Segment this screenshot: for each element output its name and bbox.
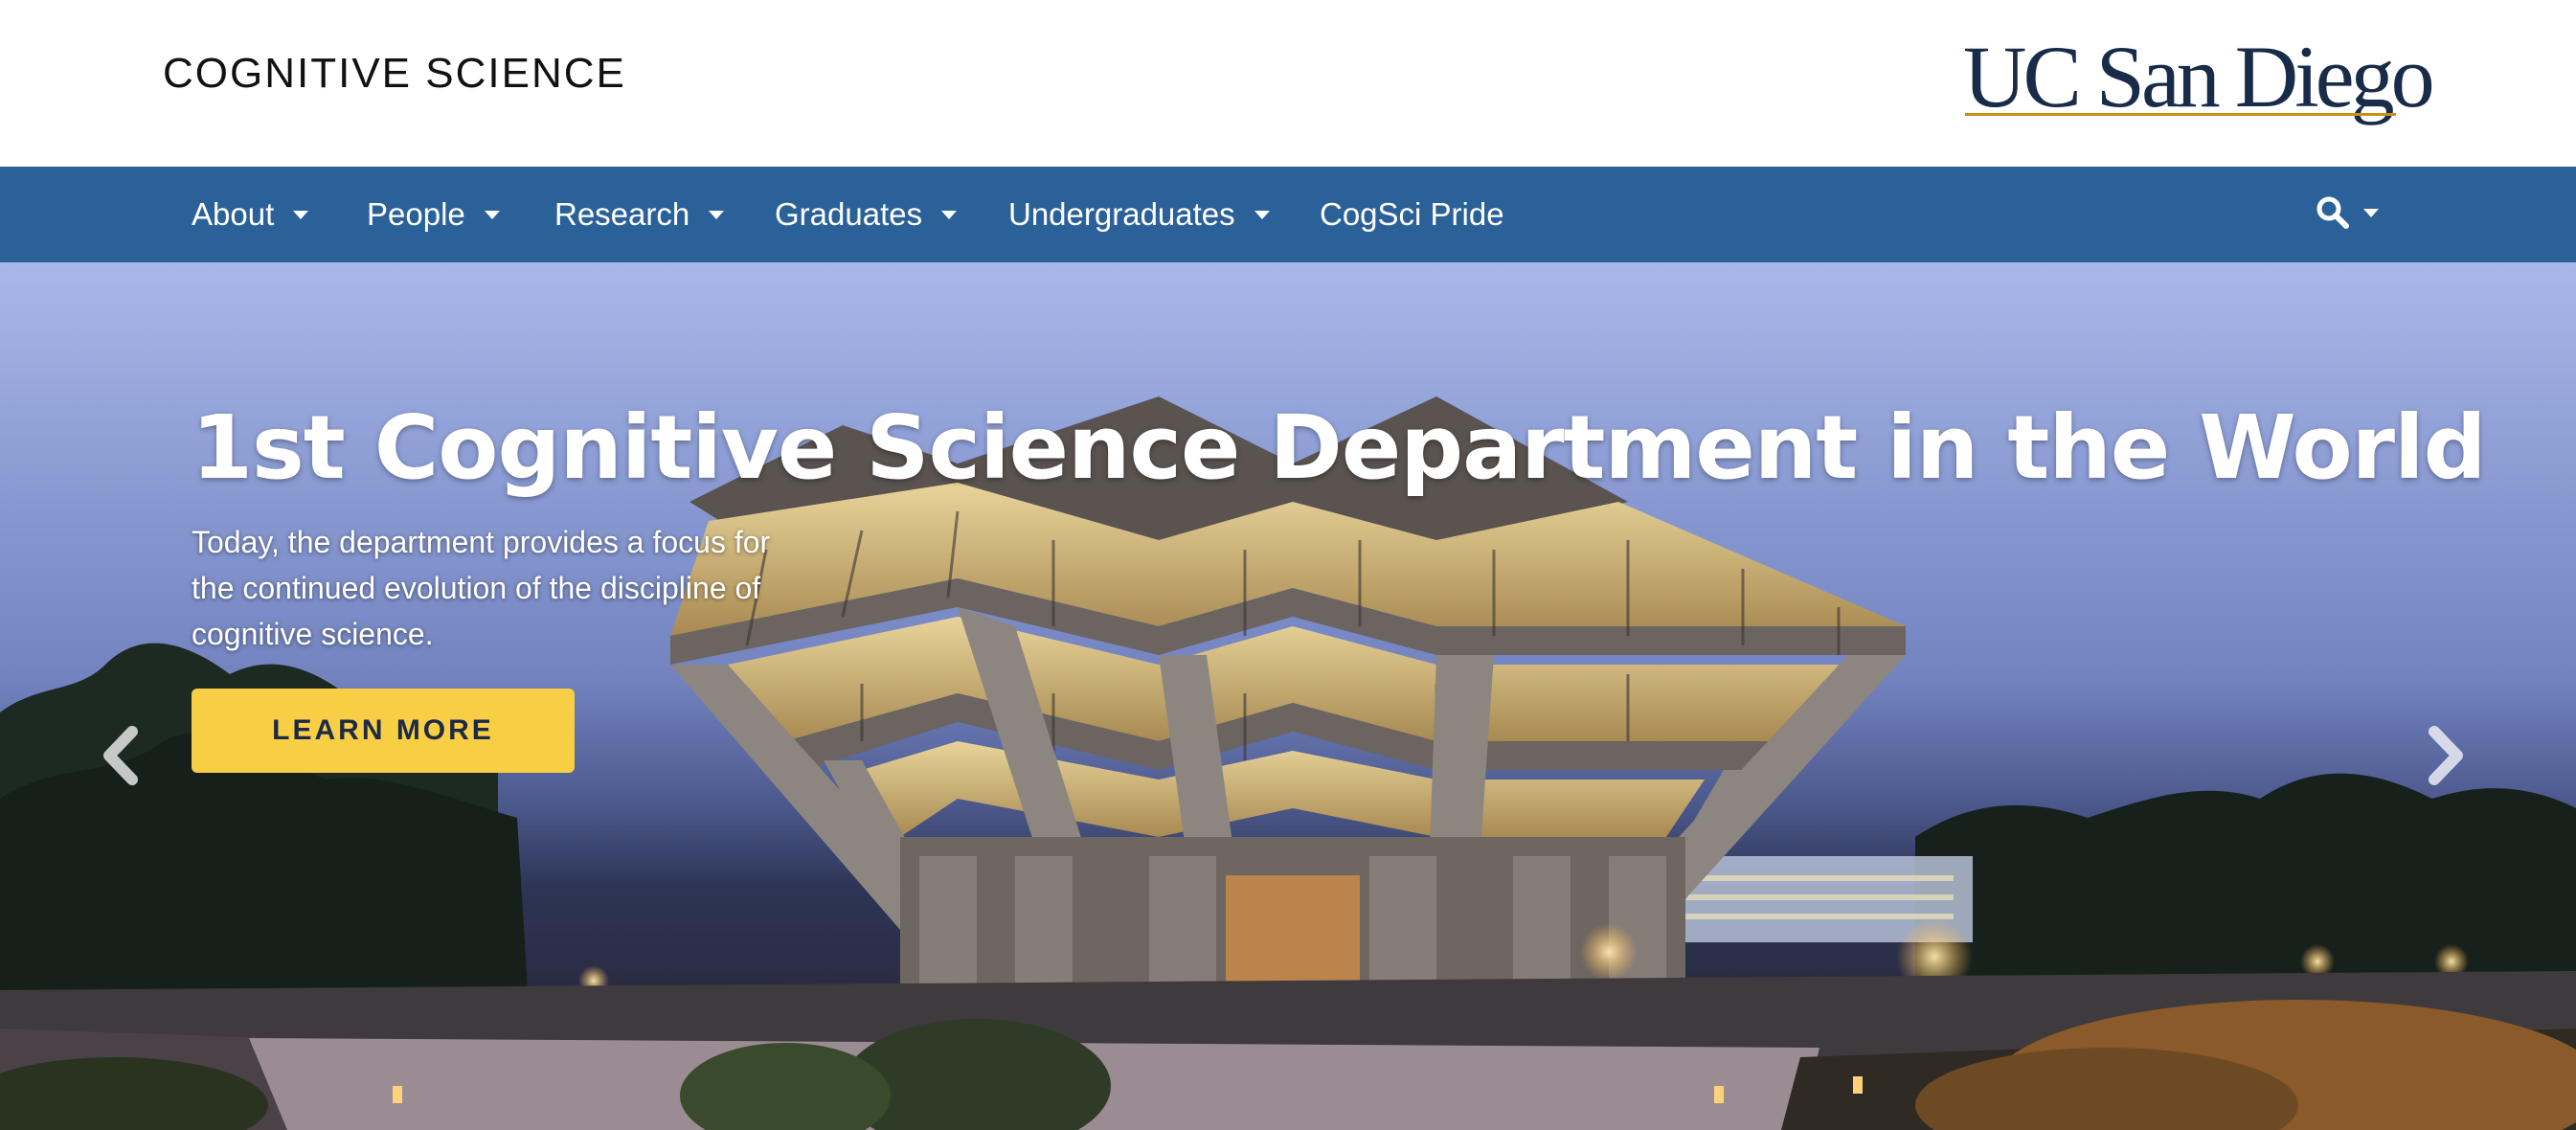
hero-carousel: 1st Cognitive Science Department in the … [0, 262, 2576, 1130]
main-navigation: About People Research Graduates Undergra… [0, 167, 2576, 262]
nav-item-people[interactable]: People [367, 167, 500, 262]
chevron-right-icon [2429, 726, 2463, 785]
search-button[interactable] [2316, 188, 2379, 237]
learn-more-button[interactable]: LEARN MORE [192, 689, 575, 773]
caret-down-icon [484, 210, 500, 219]
site-title[interactable]: COGNITIVE SCIENCE [163, 50, 626, 98]
nav-item-label: CogSci Pride [1320, 196, 1504, 232]
nav-item-label: About [192, 196, 275, 232]
site-header: COGNITIVE SCIENCE UC San Diego [0, 0, 2576, 167]
nav-item-label: Undergraduates [1008, 196, 1235, 232]
nav-item-cogsci-pride[interactable]: CogSci Pride [1320, 167, 1504, 262]
nav-item-label: Graduates [775, 196, 923, 232]
logo-underline [1965, 113, 2396, 116]
nav-item-label: People [367, 196, 465, 232]
search-icon [2316, 196, 2349, 229]
nav-item-undergraduates[interactable]: Undergraduates [1008, 167, 1270, 262]
nav-item-label: Research [554, 196, 690, 232]
nav-item-research[interactable]: Research [554, 167, 725, 262]
caret-down-icon [709, 210, 725, 219]
carousel-prev-button[interactable] [96, 722, 144, 789]
logo-text: UC San Diego [1963, 28, 2435, 125]
caret-down-icon [2363, 208, 2379, 217]
hero-title: 1st Cognitive Science Department in the … [192, 396, 2486, 499]
caret-down-icon [941, 210, 958, 219]
caret-down-icon [1254, 210, 1270, 219]
carousel-next-button[interactable] [2423, 722, 2471, 789]
chevron-left-icon [103, 726, 138, 785]
uc-san-diego-logo[interactable]: UC San Diego [1963, 28, 2435, 125]
nav-item-graduates[interactable]: Graduates [775, 167, 958, 262]
nav-item-about[interactable]: About [192, 167, 309, 262]
hero-description: Today, the department provides a focus f… [192, 525, 771, 651]
caret-down-icon [293, 210, 309, 219]
